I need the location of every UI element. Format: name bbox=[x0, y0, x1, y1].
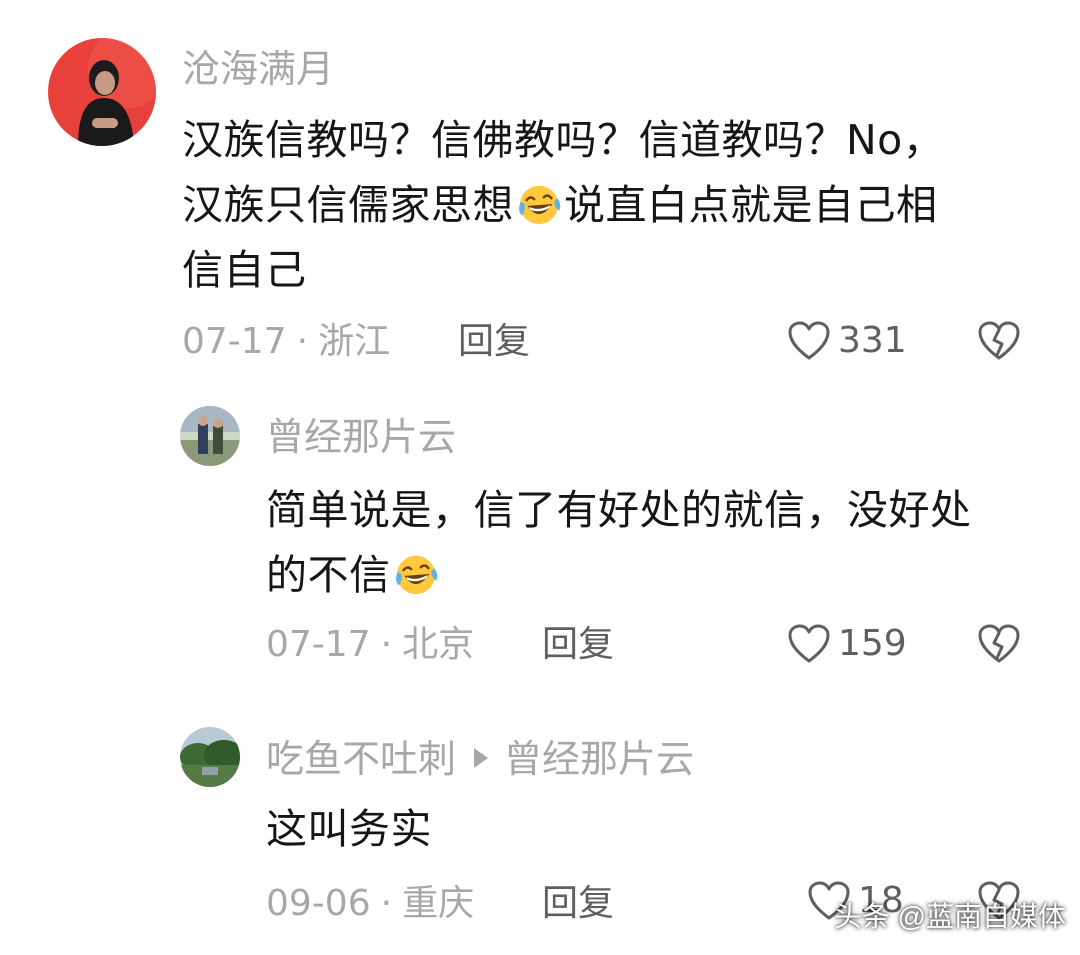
username: 吃鱼不吐刺 曾经那片云 bbox=[266, 740, 694, 778]
avatar-image bbox=[180, 406, 240, 466]
meta-separator: · bbox=[296, 321, 309, 362]
like-count: 159 bbox=[838, 623, 907, 664]
reply-target[interactable]: 曾经那片云 bbox=[504, 737, 694, 781]
broken-heart-icon bbox=[978, 624, 1020, 663]
comment-text-fragment: 的不信 bbox=[266, 551, 391, 599]
dislike-button[interactable] bbox=[978, 624, 1020, 668]
comment-text: 简单说是，信了有好处的就信，没好处 的不信 bbox=[266, 478, 972, 608]
comment-thread: 沧海满月 汉族信教吗？信佛教吗？信道教吗？No， 汉族只信儒家思想 说直白点就是自… bbox=[0, 0, 1080, 955]
like-button[interactable]: 331 bbox=[788, 321, 907, 361]
comment-text-line: 这叫务实 bbox=[266, 805, 432, 853]
avatar[interactable] bbox=[48, 38, 156, 146]
heart-outline-icon bbox=[788, 321, 830, 360]
comment-text-line: 信自己 bbox=[182, 246, 307, 294]
comment-meta: 07-17 · 北京 bbox=[266, 627, 474, 663]
broken-heart-icon bbox=[978, 321, 1020, 360]
reply-button[interactable]: 回复 bbox=[542, 627, 614, 663]
meta-separator: · bbox=[380, 883, 393, 924]
comment-date: 09-06 bbox=[266, 883, 371, 924]
username[interactable]: 沧海满月 bbox=[182, 50, 334, 88]
comment-text-line: 汉族只信儒家思想 说直白点就是自己相 bbox=[182, 173, 944, 238]
rolling-laugh-emoji bbox=[395, 555, 437, 595]
comment-meta: 07-17 · 浙江 bbox=[182, 324, 390, 360]
rolling-laugh-emoji bbox=[519, 185, 561, 225]
reply-button[interactable]: 回复 bbox=[458, 324, 530, 360]
avatar-image bbox=[180, 727, 240, 787]
comment-text-fragment: 汉族只信儒家思想 bbox=[182, 181, 514, 229]
avatar-image bbox=[48, 38, 156, 146]
heart-outline-icon bbox=[788, 624, 830, 663]
comment-meta: 09-06 · 重庆 bbox=[266, 886, 474, 922]
reply-author[interactable]: 吃鱼不吐刺 bbox=[266, 737, 456, 781]
comment-location: 北京 bbox=[402, 624, 475, 665]
comment-location: 浙江 bbox=[318, 321, 391, 362]
avatar[interactable] bbox=[180, 406, 240, 466]
watermark: 头条 @蓝南自媒体 bbox=[833, 901, 1066, 932]
comment-date: 07-17 bbox=[266, 624, 371, 665]
like-button[interactable]: 159 bbox=[788, 624, 907, 664]
comment-text-line: 汉族信教吗？信佛教吗？信道教吗？No， bbox=[182, 116, 945, 164]
comment-text-line: 的不信 bbox=[266, 543, 972, 608]
like-count: 331 bbox=[838, 320, 907, 361]
comment-date: 07-17 bbox=[182, 321, 287, 362]
comment-location: 重庆 bbox=[402, 883, 475, 924]
comment-text-fragment: 说直白点就是自己相 bbox=[564, 181, 938, 229]
comment-text: 汉族信教吗？信佛教吗？信道教吗？No， 汉族只信儒家思想 说直白点就是自己相 信自… bbox=[182, 108, 944, 303]
comment-text-line: 简单说是，信了有好处的就信，没好处 bbox=[266, 486, 972, 534]
username[interactable]: 曾经那片云 bbox=[266, 418, 456, 456]
reply-button[interactable]: 回复 bbox=[542, 886, 614, 922]
triangle-right-icon bbox=[474, 748, 489, 768]
comment-text: 这叫务实 bbox=[266, 797, 432, 862]
meta-separator: · bbox=[380, 624, 393, 665]
dislike-button[interactable] bbox=[978, 321, 1020, 365]
avatar[interactable] bbox=[180, 727, 240, 787]
